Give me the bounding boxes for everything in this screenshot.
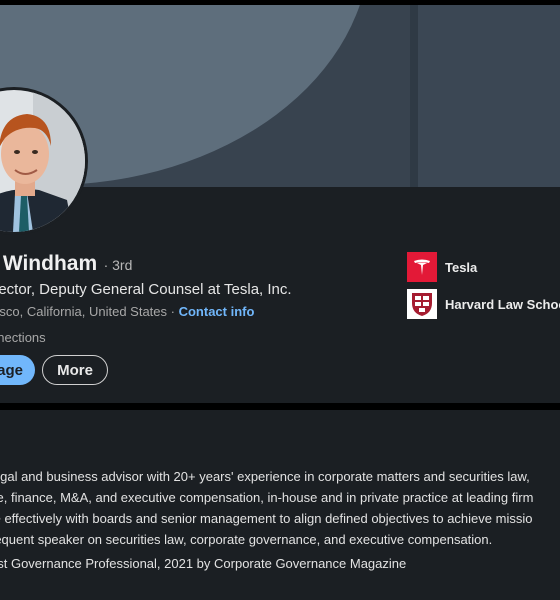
profile-headline: irector, Deputy General Counsel at Tesla… bbox=[0, 281, 292, 298]
profile-card: t Windham · 3rd irector, Deputy General … bbox=[0, 5, 560, 403]
contact-info-link[interactable]: Contact info bbox=[179, 304, 255, 319]
location-row: cisco, California, United States · Conta… bbox=[0, 304, 254, 319]
education-label: Harvard Law Schoo bbox=[445, 296, 560, 312]
about-line: legal and business advisor with 20+ year… bbox=[0, 469, 530, 484]
about-section: legal and business advisor with 20+ year… bbox=[0, 410, 560, 600]
message-button[interactable]: age bbox=[0, 355, 35, 385]
connection-degree: · 3rd bbox=[103, 257, 133, 273]
more-button-label: More bbox=[57, 361, 93, 379]
about-line: requent speaker on securities law, corpo… bbox=[0, 532, 493, 547]
about-line: te effectively with boards and senior ma… bbox=[0, 511, 533, 526]
harvard-shield-icon bbox=[407, 289, 437, 319]
connections-count[interactable]: nnections bbox=[0, 330, 46, 345]
profile-name: t Windham bbox=[0, 252, 98, 275]
about-award: est Governance Professional, 2021 by Cor… bbox=[0, 556, 407, 571]
experience-label: Tesla bbox=[445, 259, 478, 275]
banner-panel bbox=[418, 5, 560, 187]
experience-item-tesla[interactable]: Tesla bbox=[407, 252, 477, 282]
banner-panel-edge bbox=[410, 5, 418, 187]
about-line: ce, finance, M&A, and executive compensa… bbox=[0, 490, 534, 505]
name-row: t Windham · 3rd bbox=[0, 252, 132, 276]
experience-item-harvard[interactable]: Harvard Law Schoo bbox=[407, 289, 560, 319]
tesla-logo-icon bbox=[407, 252, 437, 282]
profile-location: cisco, California, United States bbox=[0, 304, 168, 319]
location-separator: · bbox=[167, 304, 179, 319]
more-button[interactable]: More bbox=[42, 355, 108, 385]
message-button-label: age bbox=[0, 361, 23, 379]
